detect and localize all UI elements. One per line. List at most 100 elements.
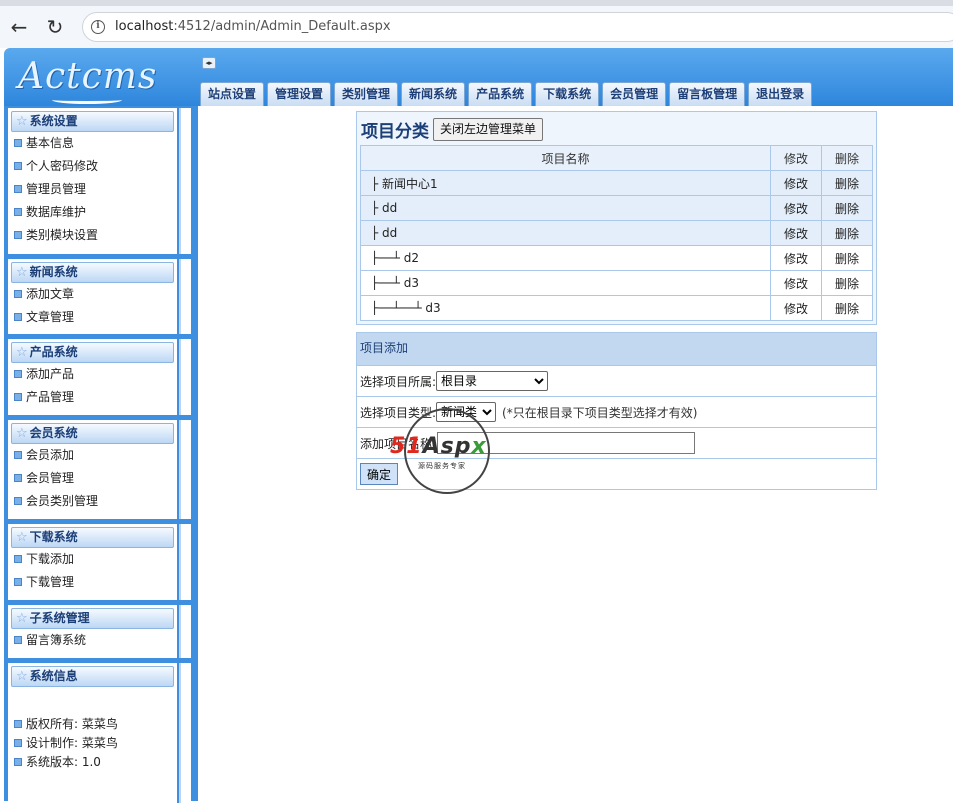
panel-title: ☆ 系统设置 bbox=[11, 111, 174, 132]
sidebar-item-label: 会员类别管理 bbox=[26, 494, 99, 508]
edit-link[interactable]: 修改 bbox=[770, 220, 822, 246]
panel-title: ☆ 新闻系统 bbox=[11, 262, 174, 283]
delete-link[interactable]: 删除 bbox=[821, 245, 873, 271]
tab-site-settings[interactable]: 站点设置 bbox=[200, 82, 265, 106]
sidebar-item-label: 会员管理 bbox=[26, 471, 75, 485]
delete-link[interactable]: 删除 bbox=[821, 270, 873, 296]
sidebar-item-basic-info[interactable]: 基本信息 bbox=[8, 132, 177, 155]
panel-title-text: 系统设置 bbox=[29, 114, 78, 128]
info-icon[interactable]: i bbox=[91, 20, 105, 34]
watermark-logo: 51Aspx 源码服务专家 bbox=[390, 408, 490, 494]
delete-link[interactable]: 删除 bbox=[821, 295, 873, 321]
star-icon: ☆ bbox=[16, 530, 28, 545]
watermark-tagline: 源码服务专家 bbox=[418, 462, 466, 470]
edit-link[interactable]: 修改 bbox=[770, 245, 822, 271]
sidebar-item-add-article[interactable]: 添加文章 bbox=[8, 283, 177, 306]
bullet-icon bbox=[14, 636, 22, 644]
panel-title-text: 新闻系统 bbox=[29, 265, 78, 279]
panel-title-text: 子系统管理 bbox=[29, 611, 90, 625]
panel-system-settings: ☆ 系统设置 基本信息 个人密码修改 管理员管理 数据库维护 类别模块设置 bbox=[8, 108, 191, 254]
address-bar[interactable]: i localhost:4512/admin/Admin_Default.asp… bbox=[82, 12, 953, 42]
submit-button[interactable]: 确定 bbox=[360, 463, 399, 485]
tab-admin-settings[interactable]: 管理设置 bbox=[267, 82, 332, 106]
reload-icon[interactable]: ↻ bbox=[42, 14, 68, 40]
tab-category[interactable]: 类别管理 bbox=[334, 82, 399, 106]
sidebar-item-database[interactable]: 数据库维护 bbox=[8, 201, 177, 224]
url-host: localhost bbox=[115, 19, 174, 34]
table-row: ├──┴ d3 修改 删除 bbox=[360, 270, 873, 296]
tab-downloads[interactable]: 下载系统 bbox=[535, 82, 600, 106]
delete-link[interactable]: 删除 bbox=[821, 195, 873, 221]
edit-link[interactable]: 修改 bbox=[770, 295, 822, 321]
sidebar-item-label: 添加产品 bbox=[26, 367, 75, 381]
tab-products[interactable]: 产品系统 bbox=[468, 82, 533, 106]
sidebar-item-add-product[interactable]: 添加产品 bbox=[8, 363, 177, 386]
logo: Actcms bbox=[12, 56, 192, 104]
sidebar-item-member-manage[interactable]: 会员管理 bbox=[8, 467, 177, 490]
edit-link[interactable]: 修改 bbox=[770, 195, 822, 221]
sidebar-item-label: 类别模块设置 bbox=[26, 228, 99, 242]
url-text[interactable]: localhost:4512/admin/Admin_Default.aspx bbox=[115, 19, 391, 34]
type-hint: (*只在根目录下项目类型选择才有效) bbox=[502, 405, 698, 420]
top-nav-tabs: 站点设置 管理设置 类别管理 新闻系统 产品系统 下载系统 会员管理 留言板管理… bbox=[200, 82, 813, 106]
bullet-icon bbox=[14, 231, 22, 239]
sidebar-item-product-manage[interactable]: 产品管理 bbox=[8, 386, 177, 409]
category-name: ├ dd bbox=[360, 195, 771, 221]
watermark-brand-part: Asp bbox=[422, 434, 472, 459]
left-sidebar: ☆ 系统设置 基本信息 个人密码修改 管理员管理 数据库维护 类别模块设置 ☆ 新闻… bbox=[4, 106, 198, 803]
bullet-icon bbox=[14, 139, 22, 147]
sidebar-item-label: 留言簿系统 bbox=[26, 633, 87, 647]
sidebar-item-label: 文章管理 bbox=[26, 310, 75, 324]
sidebar-item-admins[interactable]: 管理员管理 bbox=[8, 178, 177, 201]
bullet-icon bbox=[14, 555, 22, 563]
table-row: ├──┴──┴ d3 修改 删除 bbox=[360, 295, 873, 321]
delete-link[interactable]: 删除 bbox=[821, 170, 873, 196]
table-header-row: 项目名称 修改 删除 bbox=[360, 145, 873, 171]
sidebar-item-password[interactable]: 个人密码修改 bbox=[8, 155, 177, 178]
edit-link[interactable]: 修改 bbox=[770, 170, 822, 196]
panel-title: ☆ 产品系统 bbox=[11, 342, 174, 363]
edit-link[interactable]: 修改 bbox=[770, 270, 822, 296]
info-copyright: 版权所有: 菜菜鸟 bbox=[8, 715, 177, 734]
panel-edge bbox=[179, 663, 191, 803]
sidebar-item-article-manage[interactable]: 文章管理 bbox=[8, 306, 177, 329]
back-arrow-icon[interactable]: ← bbox=[6, 14, 32, 40]
column-header-delete: 删除 bbox=[821, 145, 873, 171]
star-icon: ☆ bbox=[16, 669, 28, 684]
sidebar-item-guestbook[interactable]: 留言簿系统 bbox=[8, 629, 177, 652]
star-icon: ☆ bbox=[16, 426, 28, 441]
bullet-icon bbox=[14, 739, 22, 747]
sidebar-item-download-manage[interactable]: 下载管理 bbox=[8, 571, 177, 594]
category-list-box: 项目分类 关闭左边管理菜单 项目名称 修改 删除 ├ 新闻中心1 修改 删除 ├… bbox=[356, 111, 877, 325]
sidebar-item-member-category[interactable]: 会员类别管理 bbox=[8, 490, 177, 513]
panel-news: ☆ 新闻系统 添加文章 文章管理 bbox=[8, 259, 191, 334]
toggle-menu-icon[interactable]: ◂▸ bbox=[202, 57, 216, 69]
parent-select[interactable]: 根目录 bbox=[436, 371, 549, 391]
watermark-brand: 51Aspx bbox=[390, 434, 487, 459]
delete-link[interactable]: 删除 bbox=[821, 220, 873, 246]
tab-news[interactable]: 新闻系统 bbox=[401, 82, 466, 106]
tab-members[interactable]: 会员管理 bbox=[602, 82, 667, 106]
category-name: ├──┴ d2 bbox=[360, 245, 771, 271]
sidebar-item-add-member[interactable]: 会员添加 bbox=[8, 444, 177, 467]
table-row: ├──┴ d2 修改 删除 bbox=[360, 245, 873, 271]
bullet-icon bbox=[14, 393, 22, 401]
panel-edge bbox=[179, 259, 191, 334]
category-name: ├ dd bbox=[360, 220, 771, 246]
panel-downloads: ☆ 下载系统 下载添加 下载管理 bbox=[8, 524, 191, 600]
panel-edge bbox=[179, 108, 191, 254]
table-row: ├ dd 修改 删除 bbox=[360, 195, 873, 221]
sidebar-item-add-download[interactable]: 下载添加 bbox=[8, 548, 177, 571]
sidebar-item-label: 个人密码修改 bbox=[26, 159, 99, 173]
sidebar-item-label: 基本信息 bbox=[26, 136, 75, 150]
sidebar-item-category-modules[interactable]: 类别模块设置 bbox=[8, 224, 177, 247]
sidebar-item-label: 会员添加 bbox=[26, 448, 75, 462]
tab-logout[interactable]: 退出登录 bbox=[748, 82, 813, 106]
tab-guestbook[interactable]: 留言板管理 bbox=[669, 82, 746, 106]
close-left-menu-button[interactable]: 关闭左边管理菜单 bbox=[433, 117, 544, 141]
info-text: 版权所有: 菜菜鸟 bbox=[26, 717, 118, 731]
panel-system-info: ☆ 系统信息 版权所有: 菜菜鸟 设计制作: 菜菜鸟 系统版本: 1.0 bbox=[8, 663, 191, 803]
page-title: 项目分类 bbox=[361, 121, 429, 142]
table-row: ├ 新闻中心1 修改 删除 bbox=[360, 170, 873, 196]
panel-edge bbox=[179, 339, 191, 415]
